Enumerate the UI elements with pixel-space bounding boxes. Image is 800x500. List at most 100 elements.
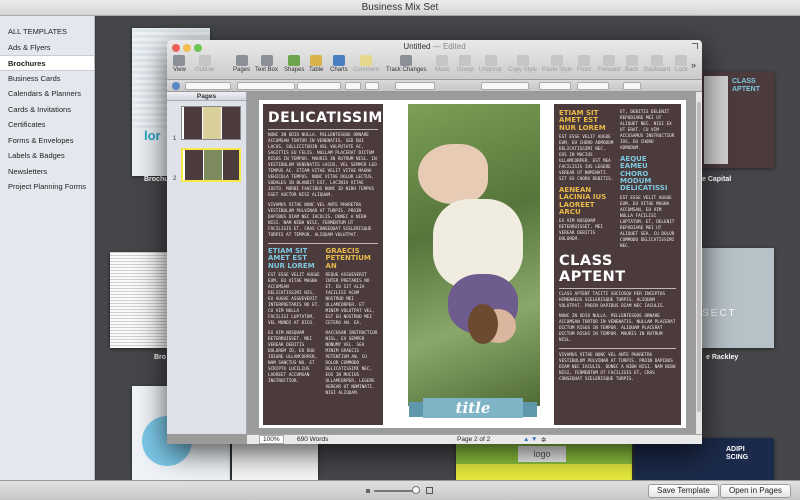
template-thumb[interactable]: logo <box>456 444 632 480</box>
line-spacing-popup[interactable] <box>539 82 571 90</box>
text-color-well[interactable] <box>365 82 379 90</box>
charts-button[interactable]: Charts <box>330 55 348 73</box>
mask-button[interactable]: Mask <box>435 55 449 73</box>
thumb-logo-text: logo <box>518 446 566 462</box>
vertical-scrollbar[interactable] <box>696 92 702 434</box>
scroll-thumb[interactable] <box>697 102 701 412</box>
pages-toolbar-area: Untitled — Edited View Outline Pages Tex… <box>167 40 702 80</box>
right-paragraph: Nunc in odio nulla. Pellentesque ornare … <box>559 313 676 343</box>
page-number: 1 <box>173 136 177 142</box>
sidebar-item-cards-invitations[interactable]: Cards & Invitations <box>0 102 94 118</box>
woman-in-grass-photo[interactable] <box>408 104 540 406</box>
page-nav-menu-icon[interactable]: ✲ <box>541 436 546 444</box>
template-thumb[interactable] <box>232 438 318 480</box>
pages-icon <box>235 55 248 66</box>
zoom-slider[interactable] <box>374 486 420 494</box>
back-icon <box>625 55 638 66</box>
app-title-bar: Business Mix Set <box>0 0 800 16</box>
thumb-scing-text: SCING <box>726 454 749 461</box>
template-thumb[interactable]: CLASS APTENT <box>702 72 774 168</box>
track-changes-button[interactable]: Track Changes <box>386 55 426 73</box>
column-paragraph: Est esse velit augue eum, eu choro admod… <box>559 135 614 183</box>
comment-button[interactable]: Comment <box>353 55 379 73</box>
word-count[interactable]: 690 Words <box>297 436 328 443</box>
template-caption: e Capital <box>702 176 732 183</box>
template-thumb[interactable]: ADIPI SCING <box>634 438 774 480</box>
page-nav-up-icon[interactable]: ▲ <box>523 436 529 443</box>
lock-button[interactable]: Lock <box>675 55 688 73</box>
open-in-pages-button[interactable]: Open in Pages <box>720 484 791 498</box>
bold-italic-underline-buttons[interactable] <box>395 82 435 90</box>
left-paragraph: Nunc in odio nulla. Pellentesque ornare … <box>268 133 377 198</box>
paragraph-style-popup[interactable] <box>185 82 231 90</box>
template-thumb[interactable]: SECT <box>702 248 774 348</box>
page-indicator: Page 2 of 2 <box>457 436 491 443</box>
columns-popup[interactable] <box>577 82 609 90</box>
thumb-sect-text: SECT <box>702 308 737 319</box>
column-paragraph: Reque assueverit inter pretaris no et. E… <box>325 273 375 327</box>
sidebar-item-newsletters[interactable]: Newsletters <box>0 164 94 180</box>
backward-button[interactable]: Backward <box>644 55 670 73</box>
ungroup-icon <box>484 55 497 66</box>
forward-button[interactable]: Forward <box>598 55 620 73</box>
page-thumbnail-selected[interactable] <box>181 148 241 182</box>
alignment-buttons[interactable] <box>481 82 529 90</box>
page-number: 2 <box>173 176 177 182</box>
outline-button[interactable]: Outline <box>195 55 214 73</box>
save-template-button[interactable]: Save Template <box>648 484 719 498</box>
shapes-icon <box>288 55 301 66</box>
styles-drawer-icon[interactable] <box>172 82 180 90</box>
document-title: Untitled — Edited <box>403 42 466 51</box>
table-button[interactable]: Table <box>309 55 323 73</box>
view-button[interactable]: View <box>173 55 186 73</box>
group-button[interactable]: Group <box>457 55 474 73</box>
list-popup[interactable] <box>623 82 641 90</box>
sidebar-item-forms-envelopes[interactable]: Forms & Envelopes <box>0 133 94 149</box>
font-size-field[interactable] <box>345 82 361 90</box>
back-button[interactable]: Back <box>625 55 638 73</box>
sidebar-item-project-planning-forms[interactable]: Project Planning Forms <box>0 179 94 195</box>
copy-style-button[interactable]: Copy Style <box>508 55 537 73</box>
toolbar-overflow-icon[interactable]: » <box>691 60 696 70</box>
zoom-small-icon <box>366 489 370 493</box>
sidebar-item-all-templates[interactable]: ALL TEMPLATES <box>0 24 94 40</box>
column-subheading: ETIAM SIT AMET EST NUR LOREM <box>268 247 315 270</box>
text-box-button[interactable]: Text Box <box>255 55 278 73</box>
column-subheading: AENEAN LACINIA IUS LAOREET ARCU <box>559 186 607 217</box>
sidebar-item-brochures[interactable]: Brochures <box>0 55 94 71</box>
sidebar-item-business-cards[interactable]: Business Cards <box>0 71 94 87</box>
table-icon <box>310 55 323 66</box>
forward-icon <box>603 55 615 66</box>
comment-icon <box>360 55 372 66</box>
column-paragraph: Est esse velit augue eum, eu vitae magna… <box>620 195 675 249</box>
column-paragraph: Est esse velit augue eum, eu vitae magna… <box>268 273 320 327</box>
category-sidebar: ALL TEMPLATES Ads & Flyers Brochures Bus… <box>0 16 95 480</box>
font-family-popup[interactable] <box>237 82 295 90</box>
app-title: Business Mix Set <box>361 2 439 13</box>
fullscreen-icon[interactable] <box>692 43 698 49</box>
copy-style-icon <box>516 55 529 66</box>
column-paragraph: Raccusan instructior nisl, ex semper non… <box>325 331 378 397</box>
sidebar-item-calendars-planners[interactable]: Calendars & Planners <box>0 86 94 102</box>
document-page[interactable]: DELICATISSIMI Nunc in odio nulla. Pellen… <box>259 100 686 428</box>
zoom-slider-knob[interactable] <box>412 486 420 494</box>
column-subheading: ETIAM SIT AMET EST NUR LOREM <box>559 109 606 132</box>
left-text-panel[interactable]: DELICATISSIMI Nunc in odio nulla. Pellen… <box>263 104 388 425</box>
group-icon <box>459 55 472 66</box>
typeface-popup[interactable] <box>297 82 341 90</box>
pages-button[interactable]: Pages <box>233 55 250 73</box>
page-thumbnail[interactable] <box>181 106 241 140</box>
paste-style-button[interactable]: Paste Style <box>542 55 572 73</box>
template-thumb[interactable] <box>110 252 168 348</box>
sidebar-item-certificates[interactable]: Certificates <box>0 117 94 133</box>
zoom-popup[interactable]: 100% <box>259 435 284 444</box>
title-ribbon[interactable]: title <box>423 398 523 418</box>
page-nav-down-icon[interactable]: ▼ <box>531 436 537 443</box>
ungroup-button[interactable]: Ungroup <box>479 55 502 73</box>
shapes-button[interactable]: Shapes <box>284 55 304 73</box>
column-paragraph: Ex vim nusquam deterruisset, mei verear … <box>559 219 603 243</box>
front-button[interactable]: Front <box>577 55 591 73</box>
right-text-panel[interactable]: ETIAM SIT AMET EST NUR LOREM Est esse ve… <box>554 104 681 425</box>
sidebar-item-ads-flyers[interactable]: Ads & Flyers <box>0 40 94 56</box>
sidebar-item-labels-badges[interactable]: Labels & Badges <box>0 148 94 164</box>
